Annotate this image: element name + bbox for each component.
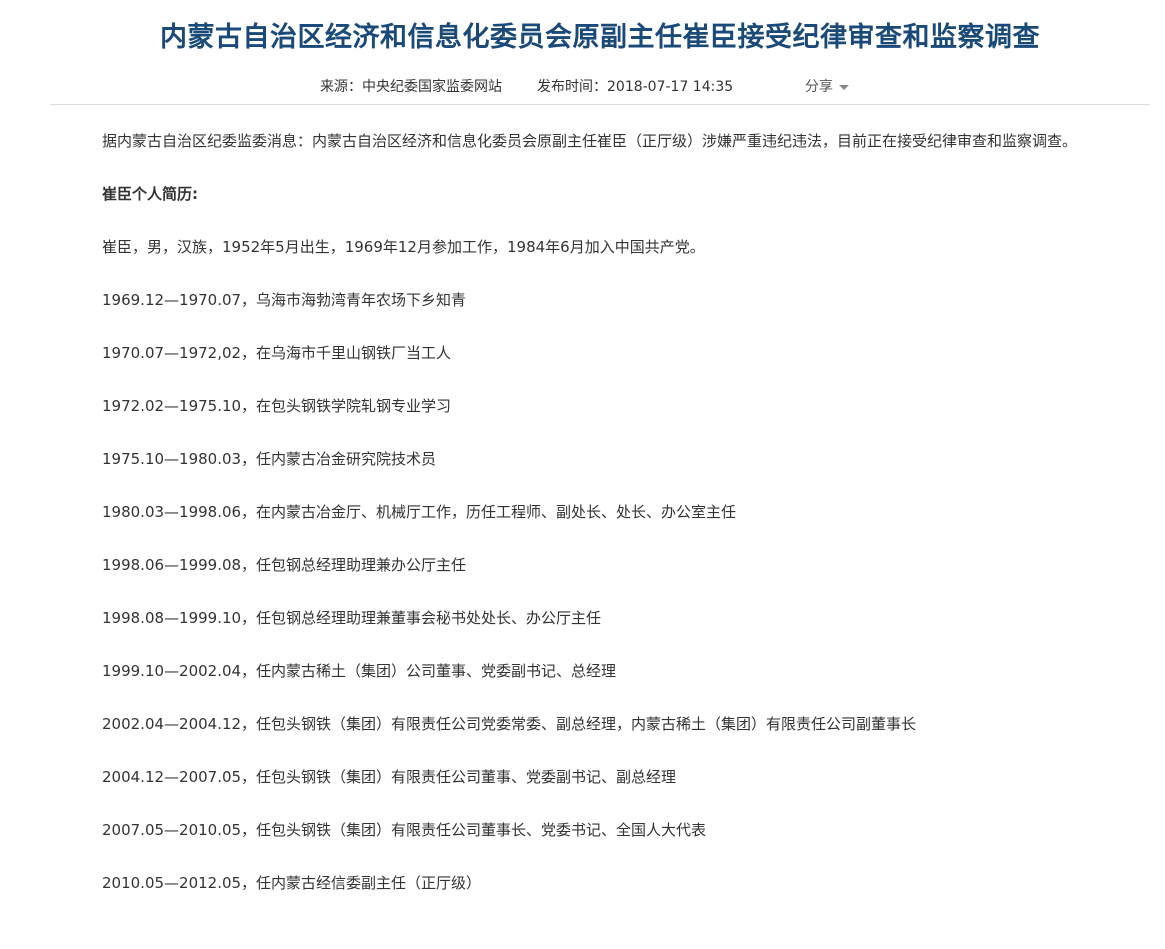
chevron-down-icon: [839, 84, 849, 90]
publish-time: 发布时间：2018-07-17 14:35: [537, 79, 734, 95]
article-body: 据内蒙古自治区纪委监委消息：内蒙古自治区经济和信息化委员会原副主任崔臣（正厅级）…: [68, 125, 1138, 920]
resume-item: 1998.08—1999.10，任包钢总经理助理兼董事会秘书处处长、办公厅主任: [102, 609, 602, 627]
resume-item: 2004.12—2007.05，任包头钢铁（集团）有限责任公司董事、党委副书记、…: [102, 768, 677, 786]
resume-item: 2002.04—2004.12，任包头钢铁（集团）有限责任公司党委常委、副总经理…: [102, 715, 917, 733]
source-label: 来源：中央纪委国家监委网站: [320, 79, 502, 95]
resume-item: 2007.05—2010.05，任包头钢铁（集团）有限责任公司董事长、党委书记、…: [102, 821, 707, 839]
resume-heading: 崔臣个人简历:: [102, 185, 198, 203]
share-label: 分享: [805, 79, 833, 95]
resume-item: 1975.10—1980.03，任内蒙古冶金研究院技术员: [102, 450, 437, 468]
article-title: 内蒙古自治区经济和信息化委员会原副主任崔臣接受纪律审查和监察调查: [160, 22, 1040, 53]
resume-item: 1970.07—1972,02，在乌海市千里山钢铁厂当工人: [102, 344, 452, 362]
resume-item: 1980.03—1998.06，在内蒙古冶金厅、机械厅工作，历任工程师、副处长、…: [102, 503, 737, 521]
resume-item: 1969.12—1970.07，乌海市海勃湾青年农场下乡知青: [102, 291, 467, 309]
resume-item: 1999.10—2002.04，任内蒙古稀土（集团）公司董事、党委副书记、总经理: [102, 662, 617, 680]
share-button[interactable]: 分享: [805, 76, 849, 98]
header-divider: [50, 104, 1150, 105]
lead-paragraph: 据内蒙古自治区纪委监委消息：内蒙古自治区经济和信息化委员会原副主任崔臣（正厅级）…: [102, 132, 1078, 150]
resume-item: 1972.02—1975.10，在包头钢铁学院轧钢专业学习: [102, 397, 452, 415]
resume-item: 1998.06—1999.08，任包钢总经理助理兼办公厅主任: [102, 556, 467, 574]
resume-item: 2010.05—2012.05，任内蒙古经信委副主任（正厅级）: [102, 874, 482, 892]
bio-paragraph: 崔臣，男，汉族，1952年5月出生，1969年12月参加工作，1984年6月加入…: [102, 238, 705, 256]
article-meta: 来源：中央纪委国家监委网站 发布时间：2018-07-17 14:35 分享: [0, 76, 1165, 98]
